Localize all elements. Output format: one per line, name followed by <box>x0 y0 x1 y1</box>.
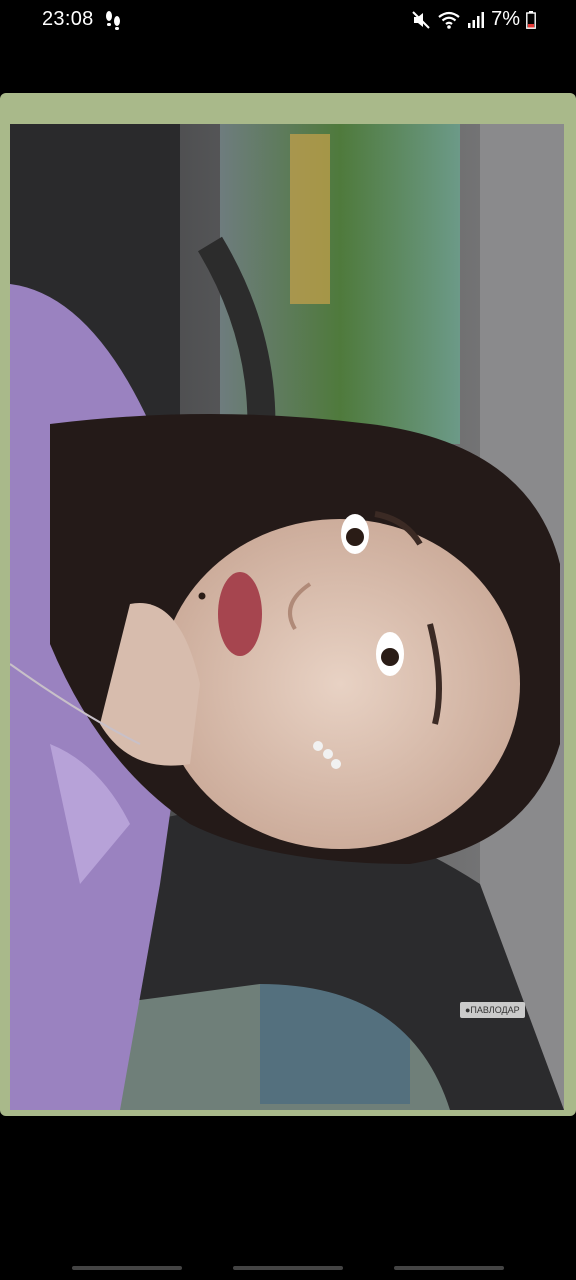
signal-icon <box>468 11 485 28</box>
status-bar: 23:08 7% <box>0 0 576 40</box>
nav-hint-left <box>72 1266 182 1270</box>
battery-percent: 7% <box>491 8 520 30</box>
selfie-photo <box>10 124 564 1110</box>
nav-hint-right <box>394 1266 504 1270</box>
photo-image[interactable] <box>10 124 564 1110</box>
wifi-icon <box>438 11 460 29</box>
footsteps-icon <box>106 11 120 30</box>
location-tag[interactable]: ●ПАВЛОДАР <box>460 1002 525 1018</box>
mute-icon <box>412 10 430 29</box>
battery-icon <box>526 10 536 29</box>
status-icons: 7% <box>411 8 536 31</box>
nav-hint-center <box>233 1266 343 1270</box>
status-time: 23:08 <box>42 8 94 30</box>
